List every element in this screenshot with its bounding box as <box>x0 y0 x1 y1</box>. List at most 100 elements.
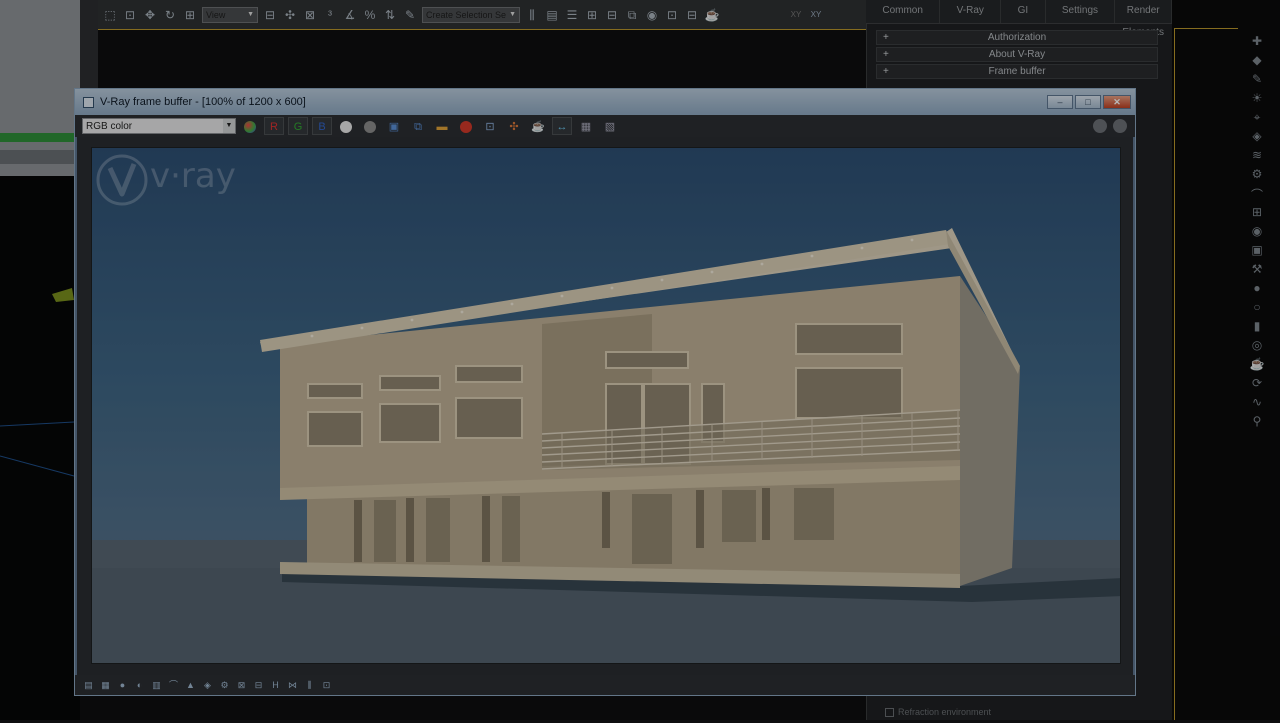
split-icon[interactable]: ⫼ <box>304 680 315 691</box>
exposure-icon[interactable]: ◐ <box>134 680 145 691</box>
lights-icon[interactable]: ☀ <box>1252 91 1263 105</box>
scale-icon[interactable]: ⊞ <box>182 7 198 23</box>
ab-compare-icon[interactable]: ⋈ <box>287 680 298 691</box>
mirror-icon[interactable]: ⫼ <box>524 7 540 23</box>
alpha-white-icon[interactable] <box>336 117 356 135</box>
select-window-icon[interactable]: ⊡ <box>122 7 138 23</box>
shapes-icon[interactable]: ✎ <box>1252 72 1262 86</box>
tab-render-elements[interactable]: Render Elements <box>1115 0 1173 38</box>
settings-icon[interactable]: ⚙ <box>219 680 230 691</box>
pin-icon[interactable]: ⚲ <box>1253 414 1262 428</box>
render-setup-icon[interactable]: ⊡ <box>664 7 680 23</box>
utilities-icon[interactable]: ⚒ <box>1252 262 1263 276</box>
rollout-frame-buffer[interactable]: + Frame buffer <box>876 64 1158 79</box>
circle-icon[interactable]: ○ <box>1253 300 1260 314</box>
helix-icon[interactable]: ⟳ <box>1252 376 1262 390</box>
levels-icon[interactable]: ▥ <box>151 680 162 691</box>
spacewarps-icon[interactable]: ≋ <box>1252 148 1262 162</box>
graphite-icon[interactable]: ⊞ <box>584 7 600 23</box>
stamp-icon[interactable] <box>1093 119 1107 133</box>
scrollbar-strip[interactable] <box>0 150 80 164</box>
torus-icon[interactable]: ◎ <box>1252 338 1262 352</box>
refraction-checkbox[interactable] <box>885 707 894 717</box>
close-button[interactable]: ✕ <box>1103 95 1131 109</box>
create-icon[interactable]: ✚ <box>1252 34 1262 48</box>
schematic-view-icon[interactable]: ⧉ <box>624 7 640 23</box>
render-last-icon[interactable]: ☕ <box>528 117 548 135</box>
curve-icon[interactable]: ⌒ <box>168 680 179 691</box>
select-manipulate-icon[interactable]: ✣ <box>282 7 298 23</box>
select-region-icon[interactable]: ⬚ <box>102 7 118 23</box>
compare-icon[interactable]: ⊠ <box>236 680 247 691</box>
lens-effects-icon[interactable]: ▦ <box>100 680 111 691</box>
rollout-about-vray[interactable]: + About V-Ray <box>876 47 1158 62</box>
sweep-icon[interactable]: ∿ <box>1252 395 1262 409</box>
blue-channel-button[interactable]: B <box>312 117 332 135</box>
xy-constraint-label[interactable]: XY <box>788 7 804 23</box>
edit-named-selection-icon[interactable]: ✎ <box>402 7 418 23</box>
pixel-info-icon[interactable]: ▧ <box>600 117 620 135</box>
tab-settings[interactable]: Settings <box>1046 0 1116 23</box>
white-balance-icon[interactable]: ◈ <box>202 680 213 691</box>
viewport-left[interactable] <box>0 176 80 720</box>
link-icon[interactable]: ↔ <box>552 117 572 135</box>
window-titlebar[interactable]: V-Ray frame buffer - [100% of 1200 x 600… <box>75 89 1135 115</box>
named-selection-dropdown[interactable]: Create Selection Se ▼ <box>422 6 520 23</box>
tab-common[interactable]: Common <box>866 0 941 23</box>
load-image-icon[interactable]: ▬ <box>432 117 452 135</box>
modify-icon[interactable]: ⌒ <box>1251 186 1263 202</box>
curve-editor-icon[interactable]: ⊟ <box>604 7 620 23</box>
monochrome-icon[interactable] <box>360 117 380 135</box>
material-editor-icon[interactable]: ◉ <box>644 7 660 23</box>
render-frame-icon[interactable]: ⊟ <box>684 7 700 23</box>
vray-frame-buffer-window[interactable]: V-Ray frame buffer - [100% of 1200 x 600… <box>74 88 1136 696</box>
minimize-button[interactable]: – <box>1047 95 1073 109</box>
pivot-icon[interactable]: ⊟ <box>262 7 278 23</box>
render-teapot-icon[interactable]: ☕ <box>704 7 720 23</box>
rollout-authorization[interactable]: + Authorization <box>876 30 1158 45</box>
maximize-button[interactable]: □ <box>1075 95 1101 109</box>
snap-icon[interactable]: ³ <box>322 7 338 23</box>
reference-coordinate-dropdown[interactable]: View ▼ <box>202 6 258 23</box>
motion-icon[interactable]: ◉ <box>1252 224 1262 238</box>
background-icon[interactable]: ▲ <box>185 680 196 691</box>
systems-icon[interactable]: ⚙ <box>1252 167 1263 181</box>
duplicate-icon[interactable]: ⧉ <box>408 117 428 135</box>
move-icon[interactable]: ✥ <box>142 7 158 23</box>
zoom-icon[interactable]: ⊡ <box>321 680 332 691</box>
cylinder-icon[interactable]: ▮ <box>1254 319 1261 333</box>
info-icon[interactable]: ● <box>117 680 128 691</box>
hierarchy-icon[interactable]: ⊞ <box>1252 205 1262 219</box>
track-mouse-icon[interactable]: ⊡ <box>480 117 500 135</box>
channel-dropdown[interactable]: RGB color ▼ <box>82 118 236 134</box>
hsv-icon[interactable]: H <box>270 680 281 691</box>
keyboard-shortcut-icon[interactable]: ⊠ <box>302 7 318 23</box>
teapot-icon[interactable]: ☕ <box>1250 357 1265 371</box>
tab-vray[interactable]: V-Ray <box>940 0 1002 23</box>
cameras-icon[interactable]: ⌖ <box>1254 110 1261 124</box>
save-image-icon[interactable]: ▣ <box>384 117 404 135</box>
helpers-icon[interactable]: ◈ <box>1252 129 1261 143</box>
percent-snap-icon[interactable]: % <box>362 7 378 23</box>
teapot-render-icon[interactable] <box>1113 119 1127 133</box>
lut-icon[interactable]: ⊟ <box>253 680 264 691</box>
layer-manager-icon[interactable]: ☰ <box>564 7 580 23</box>
red-channel-button[interactable]: R <box>264 117 284 135</box>
green-channel-button[interactable]: G <box>288 117 308 135</box>
display-icon[interactable]: ▣ <box>1251 243 1262 257</box>
spinner-snap-icon[interactable]: ⇅ <box>382 7 398 23</box>
rgb-channels-icon[interactable] <box>240 117 260 135</box>
color-corrections-icon[interactable]: ▦ <box>576 117 596 135</box>
render-viewport[interactable]: v·ray <box>91 147 1121 664</box>
rotate-icon[interactable]: ↻ <box>162 7 178 23</box>
xy-constraint-label-2[interactable]: XY <box>808 7 824 23</box>
geometry-icon[interactable]: ◆ <box>1252 53 1261 67</box>
clear-image-icon[interactable] <box>456 117 476 135</box>
history-icon[interactable]: ▤ <box>83 680 94 691</box>
angle-snap-icon[interactable]: ∡ <box>342 7 358 23</box>
region-render-icon[interactable]: ✣ <box>504 117 524 135</box>
sphere-icon[interactable]: ● <box>1253 281 1260 295</box>
tab-gi[interactable]: GI <box>1001 0 1046 23</box>
align-icon[interactable]: ▤ <box>544 7 560 23</box>
refraction-environment-option[interactable]: Refraction environment <box>885 705 1085 719</box>
